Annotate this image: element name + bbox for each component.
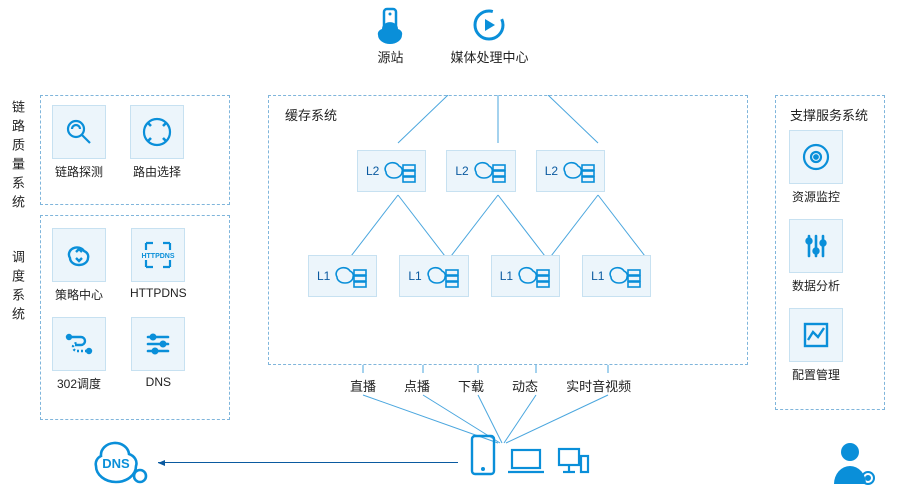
origin-label: 源站 <box>377 47 403 66</box>
link-probe-card: 链路探测 <box>52 105 106 180</box>
top-icons: 源站 媒体处理中心 <box>0 5 899 66</box>
policy-center-label: 策略中心 <box>55 286 103 303</box>
desktop-icon <box>556 446 590 476</box>
delivery-dynamic: 动态 <box>512 376 538 395</box>
cache-panel <box>268 95 748 365</box>
user-icon <box>828 438 878 488</box>
server-icon <box>426 262 460 290</box>
chart-line-icon <box>789 308 843 362</box>
server-icon <box>608 262 642 290</box>
redirect302-label: 302调度 <box>57 375 101 392</box>
server-icon <box>334 262 368 290</box>
policy-center-card: 策略中心 <box>52 228 106 303</box>
laptop-icon <box>506 446 546 476</box>
delivery-row: 直播 点播 下载 动态 实时音视频 <box>350 376 631 395</box>
httpdns-card: HTTPDNS HTTPDNS <box>130 228 187 303</box>
media-center-label: 媒体处理中心 <box>450 47 528 66</box>
media-center-icon <box>469 5 509 45</box>
delivery-download: 下载 <box>458 376 484 395</box>
dns-label: DNS <box>146 375 171 389</box>
dns-bubble-text: DNS <box>102 456 130 471</box>
origin-item: 源站 <box>370 5 410 66</box>
dns-card: DNS <box>130 317 187 392</box>
redirect302-icon <box>52 317 106 371</box>
sliders-icon <box>789 219 843 273</box>
config-card: 配置管理 <box>789 308 843 383</box>
monitor-label: 资源监控 <box>792 188 840 205</box>
delivery-rtav: 实时音视频 <box>566 376 631 395</box>
l1-node: L1 <box>582 255 651 297</box>
delivery-live: 直播 <box>350 376 376 395</box>
dns-settings-icon <box>131 317 185 371</box>
route-select-icon <box>130 105 184 159</box>
l2-node: L2 <box>536 150 605 192</box>
route-select-label: 路由选择 <box>133 163 181 180</box>
l2-row: L2 L2 L2 <box>357 150 605 192</box>
link-quality-grid: 链路探测 路由选择 <box>52 105 184 180</box>
eye-icon <box>789 130 843 184</box>
dns-bubble: DNS <box>90 438 152 488</box>
delivery-vod: 点播 <box>404 376 430 395</box>
l2-node: L2 <box>357 150 426 192</box>
l2-node: L2 <box>446 150 515 192</box>
link-probe-icon <box>52 105 106 159</box>
l1-row: L1 L1 L1 L1 <box>308 255 651 297</box>
policy-center-icon <box>52 228 106 282</box>
phone-icon <box>470 434 496 476</box>
media-center-item: 媒体处理中心 <box>450 5 528 66</box>
dns-arrow <box>158 462 458 463</box>
link-probe-label: 链路探测 <box>55 163 103 180</box>
cache-title: 缓存系统 <box>285 105 337 124</box>
redirect302-card: 302调度 <box>52 317 106 392</box>
l1-node: L1 <box>399 255 468 297</box>
l1-node: L1 <box>308 255 377 297</box>
route-select-card: 路由选择 <box>130 105 184 180</box>
server-icon <box>473 157 507 185</box>
l1-node: L1 <box>491 255 560 297</box>
support-title: 支撑服务系统 <box>790 105 868 124</box>
httpdns-icon: HTTPDNS <box>131 228 185 282</box>
monitor-card: 资源监控 <box>789 130 843 205</box>
svg-text:HTTPDNS: HTTPDNS <box>142 253 175 260</box>
server-icon <box>517 262 551 290</box>
server-icon <box>562 157 596 185</box>
quality-title: 链路质量系统 <box>8 100 27 214</box>
schedule-title: 调度系统 <box>8 250 27 326</box>
devices <box>470 434 590 476</box>
analytics-label: 数据分析 <box>792 277 840 294</box>
analytics-card: 数据分析 <box>789 219 843 294</box>
httpdns-label: HTTPDNS <box>130 286 187 300</box>
config-label: 配置管理 <box>792 366 840 383</box>
server-icon <box>383 157 417 185</box>
schedule-grid: 策略中心 HTTPDNS HTTPDNS 302调度 DNS <box>52 228 187 392</box>
support-grid: 资源监控 数据分析 配置管理 <box>789 130 843 383</box>
origin-icon <box>370 5 410 45</box>
